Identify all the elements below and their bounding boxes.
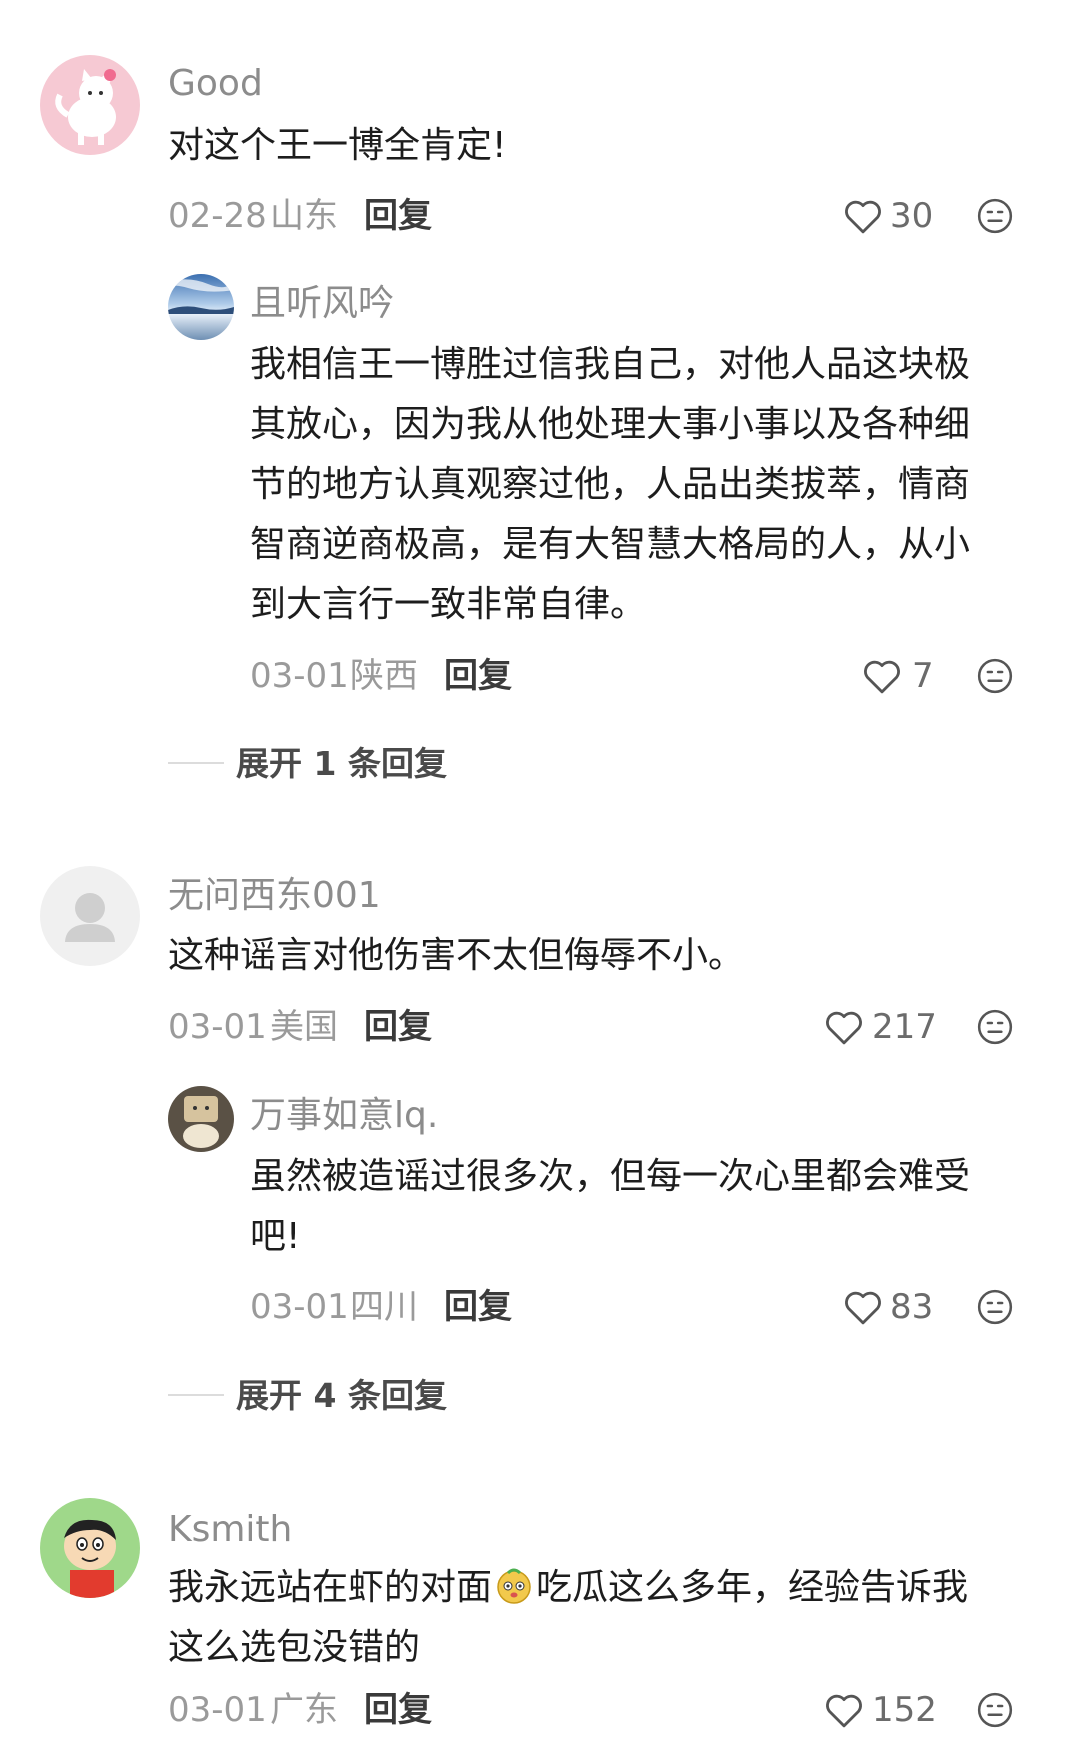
reply-button[interactable]: 回复 — [444, 659, 512, 693]
reply-text: 我相信王一博胜过信我自己，对他人品这块极 其放心，因为我从他处理大事小事以及各种… — [250, 335, 1050, 635]
reply-text-line: 其放心，因为我从他处理大事小事以及各种细 — [250, 404, 971, 445]
reply-button[interactable]: 回复 — [444, 1290, 512, 1324]
comment-username[interactable]: Ksmith — [168, 1512, 292, 1548]
plush-toy-avatar[interactable] — [168, 1086, 234, 1152]
emoji-reaction-icon[interactable] — [976, 1691, 1014, 1729]
emoji-reaction-icon[interactable] — [976, 1288, 1014, 1326]
heart-icon[interactable] — [862, 657, 902, 695]
comment-date: 02-28 — [168, 196, 267, 236]
emoji-reaction-icon[interactable] — [976, 197, 1014, 235]
reply-button[interactable]: 回复 — [364, 1010, 432, 1044]
heart-icon[interactable] — [824, 1008, 864, 1046]
comment-text: 对这个王一博全肯定! — [168, 125, 507, 166]
reply-text-line: 节的地方认真观察过他，人品出类拔萃，情商 — [250, 464, 971, 505]
reply-date: 03-01 — [250, 656, 349, 696]
reply-button[interactable]: 回复 — [364, 199, 432, 233]
comment-username[interactable]: 无问西东001 — [168, 878, 381, 914]
comment-text-line: 这么选包没错的 — [168, 1627, 421, 1668]
like-count: 30 — [890, 196, 934, 236]
emoji-reaction-icon[interactable] — [976, 657, 1014, 695]
like-count: 83 — [890, 1287, 934, 1327]
comment-text-segment: 我永远站在虾的对面 — [168, 1567, 493, 1608]
reply-button[interactable]: 回复 — [364, 1693, 432, 1727]
comment-date: 03-01 — [168, 1007, 267, 1047]
expand-divider — [168, 1394, 224, 1396]
like-count: 217 — [872, 1007, 937, 1047]
default-user-avatar[interactable] — [40, 866, 140, 966]
reply-text: 虽然被造谣过很多次，但每一次心里都会难受 吧! — [250, 1147, 1050, 1267]
reply-text-line: 到大言行一致非常自律。 — [250, 584, 647, 625]
melon-emoji-icon — [494, 1564, 534, 1604]
reply-location: 四川 — [350, 1287, 418, 1327]
comment-text: 这种谣言对他伤害不太但侮辱不小。 — [168, 935, 745, 976]
expand-replies-button[interactable]: 展开 1 条回复 — [236, 747, 447, 780]
cat-avatar[interactable] — [40, 55, 140, 155]
like-count: 152 — [872, 1690, 937, 1730]
reply-text-line: 吧! — [250, 1216, 301, 1257]
comment-text: 我永远站在虾的对面 吃瓜这么多年，经验告诉我 这么选包没错的 — [168, 1558, 1048, 1678]
like-count: 7 — [912, 656, 934, 696]
comment-location: 广东 — [270, 1690, 338, 1730]
cartoon-boy-avatar[interactable] — [40, 1498, 140, 1598]
comment-location: 美国 — [270, 1007, 338, 1047]
expand-divider — [168, 762, 224, 764]
comment-location: 山东 — [270, 196, 338, 236]
heart-icon[interactable] — [843, 197, 883, 235]
reply-text-line: 我相信王一博胜过信我自己，对他人品这块极 — [250, 344, 971, 385]
landscape-avatar[interactable] — [168, 274, 234, 340]
reply-location: 陕西 — [350, 656, 418, 696]
heart-icon[interactable] — [843, 1288, 883, 1326]
reply-date: 03-01 — [250, 1287, 349, 1327]
comment-text-line: 我永远站在虾的对面 吃瓜这么多年，经验告诉我 — [168, 1558, 1048, 1618]
emoji-reaction-icon[interactable] — [976, 1008, 1014, 1046]
reply-username[interactable]: 且听风吟 — [250, 286, 394, 322]
comment-username[interactable]: Good — [168, 66, 263, 102]
reply-text-line: 智商逆商极高，是有大智慧大格局的人，从小 — [250, 524, 971, 565]
comment-date: 03-01 — [168, 1690, 267, 1730]
expand-replies-button[interactable]: 展开 4 条回复 — [236, 1379, 447, 1412]
heart-icon[interactable] — [824, 1691, 864, 1729]
comment-text-segment: 吃瓜这么多年，经验告诉我 — [536, 1567, 969, 1608]
reply-text-line: 虽然被造谣过很多次，但每一次心里都会难受 — [250, 1156, 971, 1197]
reply-username[interactable]: 万事如意lq. — [250, 1098, 438, 1134]
